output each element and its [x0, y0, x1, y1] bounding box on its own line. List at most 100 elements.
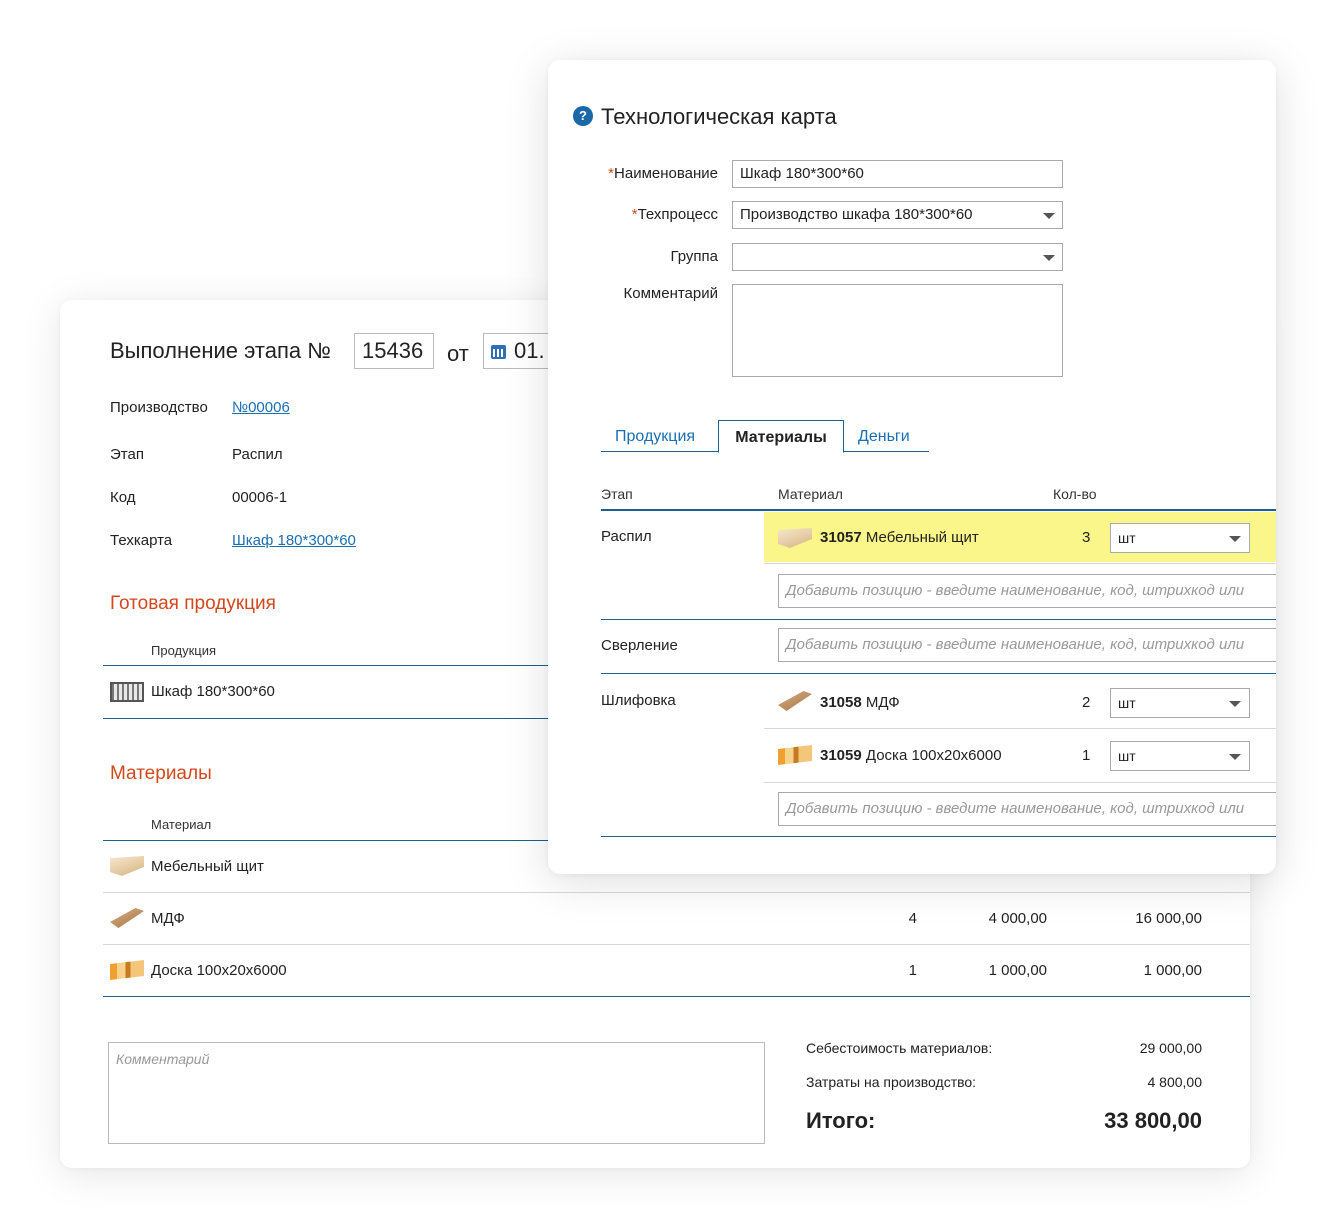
table-bottom-rule	[601, 836, 1276, 837]
board-icon	[778, 745, 812, 765]
mdf-icon	[110, 908, 144, 928]
materials-cost-label: Себестоимость материалов:	[806, 1040, 993, 1056]
process-label-text: Техпроцесс	[637, 206, 718, 223]
stage-name: Сверление	[601, 637, 678, 654]
materials-cost-value: 29 000,00	[1139, 1040, 1202, 1056]
stage-number-field[interactable]: 15436	[354, 333, 434, 369]
add-position-input[interactable]: Добавить позицию - введите наименование,…	[778, 628, 1276, 662]
unit-select[interactable]: шт	[1110, 688, 1250, 718]
material-column-header: Материал	[778, 486, 843, 502]
code-label: Код	[110, 489, 136, 506]
comment-textarea[interactable]	[732, 284, 1063, 377]
material-code: 31058	[820, 694, 862, 711]
materials-title: Материалы	[110, 763, 212, 784]
material-price: 4 000,00	[988, 910, 1047, 927]
material-name: МДФ	[151, 910, 185, 927]
stage-rule	[601, 673, 1276, 674]
comment-textarea[interactable]: Комментарий	[108, 1042, 765, 1144]
materials-bottom-rule	[103, 996, 1250, 997]
calendar-icon[interactable]	[491, 345, 506, 359]
material-code: 31059	[820, 747, 862, 764]
name-input[interactable]: Шкаф 180*300*60	[732, 160, 1063, 188]
material-item: 31058 МДФ	[820, 694, 900, 711]
unit-value: шт	[1118, 695, 1136, 711]
material-name: Доска 100х20х6000	[151, 962, 287, 979]
material-sum: 16 000,00	[1135, 910, 1202, 927]
material-price: 1 000,00	[988, 962, 1047, 979]
date-value: 01.	[514, 338, 545, 363]
total-label: Итого:	[806, 1108, 876, 1133]
stage-label: Этап	[110, 446, 144, 463]
row-divider	[764, 782, 1276, 783]
qty-column-header: Кол-во	[1053, 486, 1097, 502]
comment-label: Комментарий	[623, 285, 718, 302]
material-code: 31057	[820, 529, 862, 546]
tab-money[interactable]: Деньги	[858, 428, 910, 446]
unit-value: шт	[1118, 748, 1136, 764]
material-qty: 1	[908, 962, 917, 979]
process-label: *Техпроцесс	[548, 206, 718, 223]
mdf-icon	[778, 691, 812, 711]
add-position-input[interactable]: Добавить позицию - введите наименование,…	[778, 792, 1276, 826]
chevron-down-icon[interactable]	[1229, 701, 1241, 707]
production-label: Производство	[110, 399, 208, 416]
stage-value: Распил	[232, 446, 283, 463]
unit-select[interactable]: шт	[1110, 741, 1250, 771]
tab-materials[interactable]: Материалы	[718, 420, 844, 453]
products-column-header: Продукция	[151, 643, 217, 658]
material-qty: 3	[1082, 529, 1091, 546]
material-name: Мебельный щит	[865, 529, 979, 546]
material-name: Мебельный щит	[151, 858, 264, 875]
product-name: Шкаф 180*300*60	[151, 683, 275, 700]
date-prefix: от	[447, 341, 469, 366]
tech-card-title: Технологическая карта	[601, 104, 837, 129]
cabinet-icon	[110, 682, 144, 702]
material-name: МДФ	[865, 694, 900, 711]
tech-card-dialog: ? Технологическая карта *Наименование Шк…	[548, 60, 1276, 874]
table-row[interactable]: 31057 Мебельный щит 3 шт	[764, 512, 1276, 562]
techcard-link[interactable]: Шкаф 180*300*60	[232, 532, 356, 549]
name-label: *Наименование	[548, 165, 718, 182]
unit-select[interactable]: шт	[1110, 523, 1250, 553]
help-icon[interactable]: ?	[573, 106, 593, 126]
stage-name: Распил	[601, 528, 652, 545]
material-sum: 1 000,00	[1143, 962, 1202, 979]
chevron-down-icon[interactable]	[1229, 754, 1241, 760]
stage-column-header: Этап	[601, 486, 633, 502]
table-header-rule	[601, 509, 1276, 511]
add-position-input[interactable]: Добавить позицию - введите наименование,…	[778, 574, 1276, 608]
furniture-panel-icon	[778, 528, 812, 548]
comment-placeholder: Комментарий	[116, 1051, 210, 1067]
material-qty: 2	[1082, 694, 1091, 711]
materials-column-header: Материал	[151, 817, 212, 832]
stage-name: Шлифовка	[601, 692, 676, 709]
chevron-down-icon[interactable]	[1229, 536, 1241, 542]
production-cost-label: Затраты на производство:	[806, 1074, 977, 1090]
process-select[interactable]: Производство шкафа 180*300*60	[732, 201, 1063, 229]
furniture-panel-icon	[110, 856, 144, 876]
group-select[interactable]	[732, 243, 1063, 271]
row-divider	[103, 944, 1250, 945]
name-label-text: Наименование	[614, 165, 718, 182]
products-bottom-rule	[103, 718, 593, 719]
production-link[interactable]: №00006	[232, 399, 290, 416]
chevron-down-icon[interactable]	[1043, 255, 1055, 261]
techcard-label: Техкарта	[110, 532, 173, 549]
products-header-rule	[103, 665, 593, 666]
chevron-down-icon[interactable]	[1043, 213, 1055, 219]
finished-products-title: Готовая продукция	[110, 593, 276, 614]
stage-rule	[601, 619, 1276, 620]
total-value: 33 800,00	[1104, 1108, 1202, 1133]
material-qty: 1	[1082, 747, 1091, 764]
production-cost-value: 4 800,00	[1147, 1074, 1203, 1090]
tab-products[interactable]: Продукция	[615, 428, 695, 446]
stage-title: Выполнение этапа №	[110, 338, 331, 363]
material-item: 31059 Доска 100х20х6000	[820, 747, 1002, 764]
row-divider	[764, 563, 1276, 564]
materials-header-rule	[103, 840, 593, 841]
material-name: Доска 100х20х6000	[865, 747, 1002, 764]
code-value: 00006-1	[232, 489, 288, 506]
row-divider	[764, 728, 1276, 729]
material-item: 31057 Мебельный щит	[820, 529, 979, 546]
process-value: Производство шкафа 180*300*60	[740, 206, 973, 223]
